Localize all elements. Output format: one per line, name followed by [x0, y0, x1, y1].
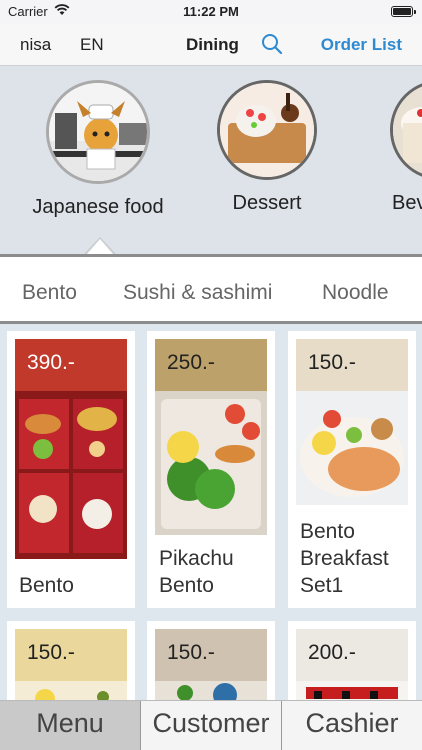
- tab-menu[interactable]: Menu: [0, 701, 141, 750]
- category-japanese-food[interactable]: Japanese food: [23, 80, 173, 219]
- category-dessert[interactable]: Dessert: [192, 80, 342, 215]
- category-beverage[interactable]: Bev: [340, 80, 422, 215]
- price-label: 150.-: [167, 641, 215, 664]
- category-label: Japanese food: [32, 196, 164, 218]
- page-title: Dining: [186, 35, 239, 54]
- menu-item-card[interactable]: 390.- Bento: [7, 331, 135, 608]
- menu-item-photo: 150.-: [15, 629, 127, 700]
- category-label: Dessert: [232, 192, 302, 214]
- menu-item-name: Bento Breakfast Set1: [300, 518, 389, 599]
- menu-item-name-line: Set1: [300, 574, 344, 597]
- menu-item-photo: 200.-: [296, 629, 408, 700]
- price-label: 200.-: [308, 641, 356, 664]
- status-bar: Carrier 11:22 PM: [0, 0, 422, 24]
- menu-item-photo: 150.-: [155, 629, 267, 700]
- subcategory-tabs: Bento Sushi & sashimi Noodle: [0, 254, 422, 324]
- menu-item-card[interactable]: 150.- Bento Breakfast Set1: [288, 331, 416, 608]
- clock: 11:22 PM: [183, 4, 239, 19]
- price-label: 150.-: [27, 641, 75, 664]
- price-label: 150.-: [308, 351, 356, 374]
- user-button[interactable]: nisa: [20, 35, 51, 55]
- menu-item-name-line: Bento: [159, 574, 214, 597]
- menu-item-photo: 390.-: [15, 339, 127, 559]
- menu-item-card[interactable]: 150.-: [7, 621, 135, 700]
- menu-item-photo: 150.-: [296, 339, 408, 505]
- tab-bento[interactable]: Bento: [22, 281, 77, 305]
- price-label: 250.-: [167, 351, 215, 374]
- tab-sushi-sashimi[interactable]: Sushi & sashimi: [123, 281, 272, 305]
- menu-item-name: Bento: [19, 572, 74, 599]
- menu-item-card[interactable]: 250.- Pikachu Bento: [147, 331, 275, 608]
- search-icon[interactable]: [260, 32, 284, 56]
- tab-noodle[interactable]: Noodle: [322, 281, 389, 305]
- menu-item-name-line: Pikachu: [159, 547, 234, 570]
- menu-item-card[interactable]: 200.-: [288, 621, 416, 700]
- price-label: 390.-: [27, 351, 75, 374]
- tab-cashier[interactable]: Cashier: [282, 701, 422, 750]
- price-tag: 200.-: [296, 629, 408, 681]
- category-label: Bev: [392, 192, 422, 214]
- menu-item-name: Pikachu Bento: [159, 545, 234, 599]
- selection-pointer: [86, 239, 114, 255]
- menu-grid: 390.- Bento 250.- Pikachu Bento 150.- Be…: [0, 324, 422, 700]
- price-tag: 250.-: [155, 339, 267, 391]
- price-tag: 150.-: [155, 629, 267, 681]
- menu-item-photo: 250.-: [155, 339, 267, 535]
- price-tag: 150.-: [296, 339, 408, 391]
- price-tag: 150.-: [15, 629, 127, 681]
- category-image-dessert: [217, 80, 317, 180]
- category-strip: Japanese food Dessert Bev: [0, 66, 422, 254]
- menu-item-name-line: Breakfast: [300, 547, 389, 570]
- menu-item-name-line: Bento: [19, 574, 74, 597]
- category-image-japanese-food: [46, 80, 150, 184]
- navigation-bar: nisa EN Dining Order List: [0, 24, 422, 66]
- price-tag: 390.-: [15, 339, 127, 391]
- language-button[interactable]: EN: [80, 35, 104, 55]
- category-image-beverage: [390, 80, 422, 180]
- order-list-button[interactable]: Order List: [321, 35, 402, 55]
- battery-icon: [391, 6, 416, 17]
- bottom-tab-bar: Menu Customer Cashier: [0, 700, 422, 750]
- tab-customer[interactable]: Customer: [141, 701, 282, 750]
- menu-item-card[interactable]: 150.-: [147, 621, 275, 700]
- menu-item-name-line: Bento: [300, 520, 355, 543]
